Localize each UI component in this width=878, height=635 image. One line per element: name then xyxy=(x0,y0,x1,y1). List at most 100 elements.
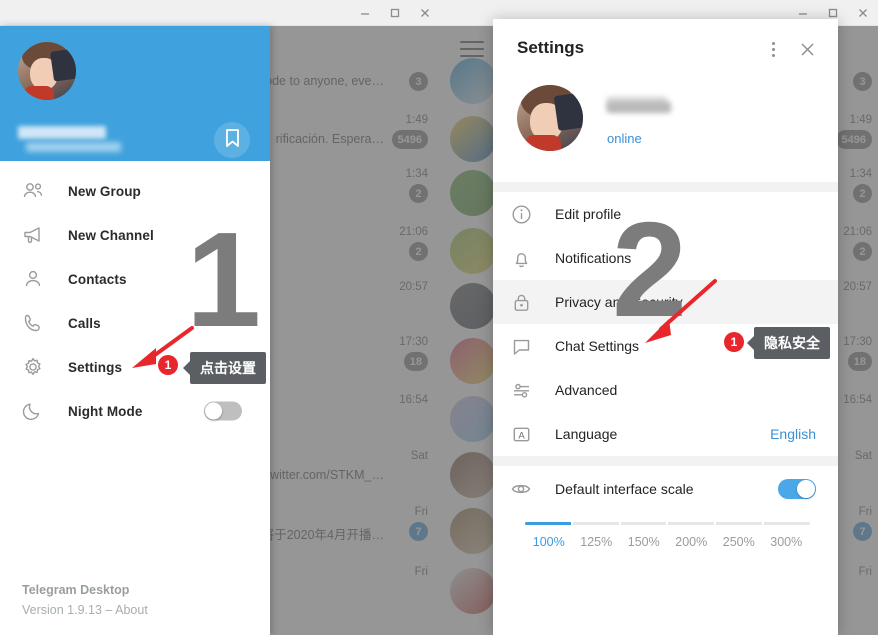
settings-row-label: Edit profile xyxy=(555,206,622,222)
more-vertical-icon[interactable] xyxy=(756,33,790,65)
eye-icon xyxy=(511,479,545,499)
chat-timestamp: 20:57 xyxy=(399,281,428,293)
settings-row-edit-profile[interactable]: Edit profile xyxy=(493,192,838,236)
unread-badge: 7 xyxy=(409,522,428,541)
chat-avatar xyxy=(450,170,496,216)
divider xyxy=(493,182,838,192)
sidebar-item-label: Night Mode xyxy=(68,403,143,419)
megaphone-icon xyxy=(22,224,52,246)
settings-profile-block: online xyxy=(493,77,838,182)
saved-messages-button[interactable] xyxy=(214,122,250,158)
chat-timestamp: Fri xyxy=(414,506,428,518)
unread-badge: 3 xyxy=(853,72,872,91)
sidebar-item-label: Contacts xyxy=(68,271,127,287)
titlebar-left xyxy=(0,0,440,26)
unread-badge: 2 xyxy=(409,242,428,261)
person-icon xyxy=(22,268,52,290)
info-icon xyxy=(511,204,545,225)
screenshot-root: code to anyone, eve… 3 1:49 rificación. Esp… xyxy=(0,0,878,635)
chat-timestamp: 1:34 xyxy=(405,168,428,180)
unread-badge: 2 xyxy=(409,184,428,203)
profile-name-redacted-2 xyxy=(607,102,671,113)
chat-timestamp: 17:30 xyxy=(399,336,428,348)
sidebar-item-label: Calls xyxy=(68,315,101,331)
settings-row-label: Language xyxy=(555,426,618,442)
chat-avatar xyxy=(450,116,496,162)
scale-option-300[interactable]: 300% xyxy=(763,535,811,549)
profile-phone-redacted xyxy=(26,142,121,152)
settings-row-label: Advanced xyxy=(555,382,618,398)
step-badge-right: 1 xyxy=(724,332,744,352)
unread-badge: 2 xyxy=(853,242,872,261)
chat-timestamp: 20:57 xyxy=(843,281,872,293)
settings-row-advanced[interactable]: Advanced xyxy=(493,368,838,412)
settings-row-label: Notifications xyxy=(555,250,632,266)
sidebar-item-calls[interactable]: Calls xyxy=(0,301,270,345)
chat-timestamp: Fri xyxy=(414,566,428,578)
night-mode-toggle[interactable] xyxy=(204,401,242,421)
telegram-window-right: a…31:4954961:34221:06220:5717:301816:54S… xyxy=(440,0,878,635)
group-icon xyxy=(22,180,52,202)
chat-avatar xyxy=(450,396,496,442)
interface-scale-slider[interactable]: 100% 125% 150% 200% 250% 300% xyxy=(525,522,810,549)
chat-icon xyxy=(511,336,545,357)
avatar[interactable] xyxy=(18,42,76,100)
sidebar-footer: Telegram Desktop Version 1.9.13 – About xyxy=(22,583,148,617)
scale-option-100[interactable]: 100% xyxy=(525,535,573,549)
minimize-button-left[interactable] xyxy=(350,0,380,26)
close-icon[interactable] xyxy=(790,33,824,65)
scale-option-200[interactable]: 200% xyxy=(668,535,716,549)
moon-icon xyxy=(22,400,52,422)
tooltip-left: 点击设置 xyxy=(190,352,266,384)
interface-scale-toggle[interactable] xyxy=(778,479,816,499)
settings-row-language[interactable]: A Language English xyxy=(493,412,838,456)
unread-badge: 2 xyxy=(853,184,872,203)
settings-row-privacy-and-security[interactable]: Privacy and Security xyxy=(493,280,838,324)
maximize-button-left[interactable] xyxy=(380,0,410,26)
app-version[interactable]: Version 1.9.13 – About xyxy=(22,603,148,617)
close-button-right[interactable] xyxy=(848,0,878,26)
chat-timestamp: Fri xyxy=(858,566,872,578)
close-button-left[interactable] xyxy=(410,0,440,26)
interface-scale-row[interactable]: Default interface scale xyxy=(493,466,838,512)
sidebar-item-label: New Group xyxy=(68,183,141,199)
tooltip-right: 隐私安全 xyxy=(754,327,830,359)
interface-scale-label: Default interface scale xyxy=(555,481,694,497)
chat-timestamp: 21:06 xyxy=(399,226,428,238)
sidebar-item-new-group[interactable]: New Group xyxy=(0,169,270,213)
main-menu-sidebar: New Group New Channel Contacts Calls Setting… xyxy=(0,26,270,635)
scale-option-150[interactable]: 150% xyxy=(620,535,668,549)
unread-badge: 18 xyxy=(847,352,872,371)
chat-avatar xyxy=(450,568,496,614)
unread-badge: 3 xyxy=(409,72,428,91)
svg-text:A: A xyxy=(518,430,525,441)
settings-title: Settings xyxy=(517,38,585,57)
telegram-window-left: code to anyone, eve… 3 1:49 rificación. Esp… xyxy=(0,0,440,635)
settings-dialog-header: Settings xyxy=(493,19,838,77)
scale-option-125[interactable]: 125% xyxy=(573,535,621,549)
avatar[interactable] xyxy=(517,85,583,151)
scale-option-250[interactable]: 250% xyxy=(715,535,763,549)
unread-badge: 18 xyxy=(403,352,428,371)
settings-row-value[interactable]: English xyxy=(770,426,816,442)
sidebar-item-label: Settings xyxy=(68,359,123,375)
app-name: Telegram Desktop xyxy=(22,583,130,597)
phone-icon xyxy=(22,312,52,334)
slider-track[interactable] xyxy=(525,522,810,525)
sidebar-item-contacts[interactable]: Contacts xyxy=(0,257,270,301)
chat-timestamp: 1:49 xyxy=(849,114,872,126)
chat-timestamp: Sat xyxy=(854,450,872,462)
chat-timestamp: Fri xyxy=(858,506,872,518)
letter-a-icon: A xyxy=(511,424,545,445)
lock-icon xyxy=(511,292,545,313)
slider-tick-labels[interactable]: 100% 125% 150% 200% 250% 300% xyxy=(525,535,810,549)
settings-row-notifications[interactable]: Notifications xyxy=(493,236,838,280)
sidebar-item-night-mode[interactable]: Night Mode xyxy=(0,389,270,433)
chat-avatar xyxy=(450,283,496,329)
sidebar-item-label: New Channel xyxy=(68,227,154,243)
sidebar-profile-header xyxy=(0,26,270,161)
chat-timestamp: 17:30 xyxy=(843,336,872,348)
unread-badge: 5496 xyxy=(391,130,428,149)
sidebar-item-new-channel[interactable]: New Channel xyxy=(0,213,270,257)
settings-row-label: Chat Settings xyxy=(555,338,640,354)
